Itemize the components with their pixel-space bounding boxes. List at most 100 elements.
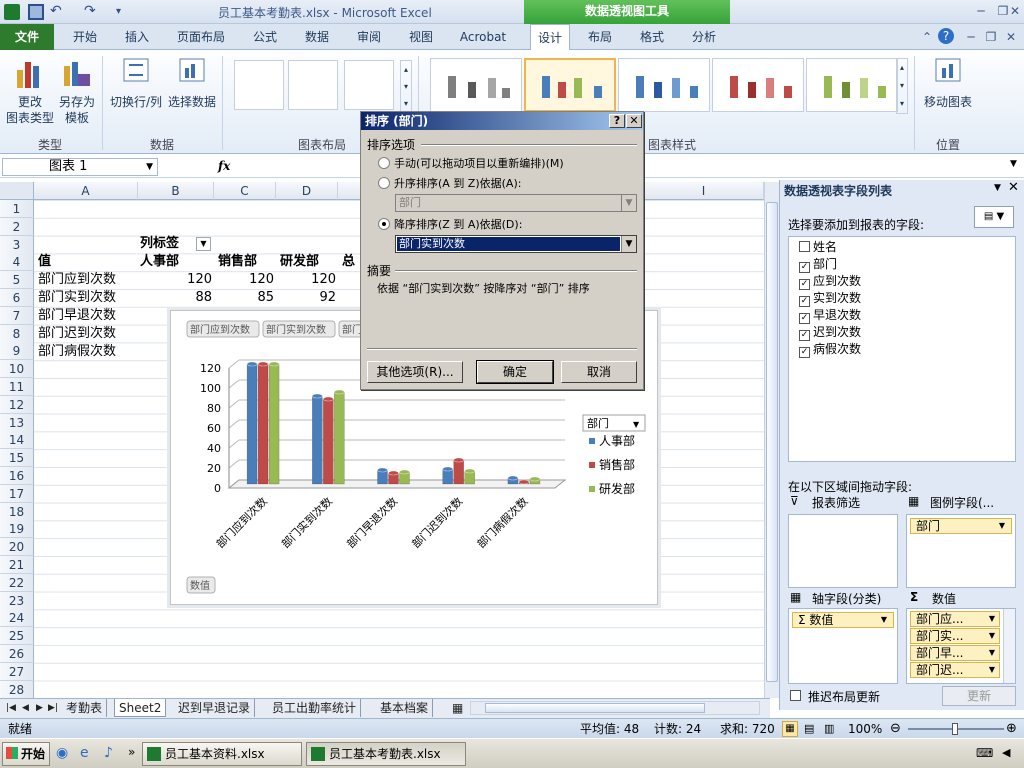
tab-layout[interactable]: 布局 bbox=[580, 24, 620, 50]
defer-update-checkbox[interactable] bbox=[790, 690, 801, 701]
doc-close-button[interactable]: ✕ bbox=[1002, 29, 1020, 45]
row-header-23[interactable]: 23 bbox=[0, 591, 34, 610]
row-header-16[interactable]: 16 bbox=[0, 467, 34, 485]
row-header-13[interactable]: 13 bbox=[0, 413, 34, 432]
name-box[interactable]: 图表 1 ▼ bbox=[2, 158, 158, 176]
zoom-in-icon[interactable]: ⊕ bbox=[1006, 719, 1017, 739]
scroll-thumb[interactable] bbox=[766, 202, 778, 682]
values-scrollbar[interactable] bbox=[1003, 609, 1015, 683]
row-header-24[interactable]: 24 bbox=[0, 609, 34, 628]
page-layout-view-icon[interactable]: ▤ bbox=[804, 719, 814, 739]
hscroll-thumb[interactable] bbox=[485, 703, 705, 713]
browser-icon[interactable]: e bbox=[80, 745, 89, 761]
row-header-21[interactable]: 21 bbox=[0, 556, 34, 574]
save-as-template-button[interactable]: 另存为 模板 bbox=[56, 56, 98, 126]
tab-analyze[interactable]: 分析 bbox=[684, 24, 724, 50]
values-zone[interactable]: 部门应... ▼ 部门实... ▼ 部门早... ▼ 部门迟... ▼ bbox=[906, 608, 1016, 684]
sheet-tab-attendance-rate[interactable]: 员工出勤率统计 bbox=[268, 699, 362, 717]
overflow-chevron-icon[interactable]: » bbox=[128, 745, 135, 759]
field-checkbox[interactable] bbox=[799, 241, 810, 252]
row-header-1[interactable]: 1 bbox=[0, 200, 34, 218]
quicklaunch-icon[interactable]: ◉ bbox=[56, 745, 68, 761]
page-break-view-icon[interactable]: ▥ bbox=[824, 719, 834, 739]
row-header-20[interactable]: 20 bbox=[0, 538, 34, 557]
select-all-corner[interactable] bbox=[0, 182, 34, 200]
field-checkbox[interactable]: ✓ bbox=[799, 296, 810, 307]
cell-b6[interactable]: 88 bbox=[140, 289, 212, 307]
field-dropdown-icon[interactable]: ▼ bbox=[989, 646, 995, 660]
redo-icon[interactable]: ↷ bbox=[84, 4, 100, 20]
row-header-28[interactable]: 28 bbox=[0, 680, 34, 699]
cell-b4[interactable]: 人事部 bbox=[140, 253, 179, 271]
row-header-12[interactable]: 12 bbox=[0, 395, 34, 414]
row-header-11[interactable]: 11 bbox=[0, 378, 34, 396]
field-item-5[interactable]: ✓ 迟到次数 bbox=[799, 324, 861, 341]
value-field-item[interactable]: 部门迟... ▼ bbox=[910, 662, 1000, 678]
keyboard-tray-icon[interactable]: ⌨ bbox=[976, 746, 993, 760]
zoom-slider-thumb[interactable] bbox=[952, 723, 958, 735]
col-header-d[interactable]: D bbox=[276, 182, 338, 200]
report-filter-zone[interactable] bbox=[788, 514, 898, 588]
field-item-4[interactable]: ✓ 早退次数 bbox=[799, 307, 861, 324]
cell-a4[interactable]: 值 bbox=[38, 253, 51, 271]
value-field-item[interactable]: 部门应... ▼ bbox=[910, 611, 1000, 627]
legend-field-item[interactable]: 部门 ▼ bbox=[910, 518, 1012, 534]
radio-descending[interactable] bbox=[378, 218, 390, 230]
zoom-out-icon[interactable]: ⊖ bbox=[890, 719, 901, 739]
cell-d5[interactable]: 120 bbox=[276, 271, 336, 289]
minimize-ribbon-icon[interactable]: ⌃ bbox=[918, 29, 936, 45]
doc-restore-button[interactable]: ❐ bbox=[982, 29, 1000, 45]
cell-a8[interactable]: 部门迟到次数 bbox=[38, 325, 116, 343]
sheet-tab-attendance[interactable]: 考勤表 bbox=[62, 699, 108, 717]
tab-design[interactable]: 设计 bbox=[530, 24, 570, 51]
row-header-8[interactable]: 8 bbox=[0, 324, 34, 343]
cell-c6[interactable]: 85 bbox=[214, 289, 274, 307]
field-item-1[interactable]: ✓ 部门 bbox=[799, 256, 837, 273]
tab-acrobat[interactable]: Acrobat bbox=[452, 24, 514, 50]
move-chart-button[interactable]: 移动图表 bbox=[920, 56, 976, 110]
axis-field-item[interactable]: Σ 数值 ▼ bbox=[792, 612, 894, 628]
select-dropdown-icon[interactable]: ▼ bbox=[621, 236, 636, 252]
cell-a6[interactable]: 部门实到次数 bbox=[38, 289, 116, 307]
legend-fields-zone[interactable]: 部门 ▼ bbox=[906, 514, 1016, 588]
row-header-9[interactable]: 9 bbox=[0, 342, 34, 361]
sheet-nav-last-icon[interactable]: ▶| bbox=[44, 699, 62, 717]
doc-minimize-button[interactable]: ─ bbox=[962, 29, 980, 45]
field-dropdown-icon[interactable]: ▼ bbox=[881, 613, 887, 627]
field-layout-button[interactable]: ▤ ▼ bbox=[974, 206, 1014, 228]
row-header-17[interactable]: 17 bbox=[0, 484, 34, 503]
column-filter-dropdown-icon[interactable]: ▼ bbox=[196, 237, 211, 251]
cell-a9[interactable]: 部门病假次数 bbox=[38, 343, 116, 361]
change-chart-type-button[interactable]: 更改 图表类型 bbox=[4, 56, 56, 126]
col-header-i[interactable]: I bbox=[644, 182, 764, 200]
normal-view-icon[interactable]: ▦ bbox=[782, 721, 798, 737]
zoom-level[interactable]: 100% bbox=[848, 719, 882, 739]
field-dropdown-icon[interactable]: ▼ bbox=[989, 629, 995, 643]
cell-b3[interactable]: 列标签 bbox=[140, 235, 179, 253]
formula-expand-icon[interactable]: ▼ bbox=[1010, 159, 1017, 169]
close-button[interactable]: ✕ bbox=[1006, 3, 1024, 19]
row-header-26[interactable]: 26 bbox=[0, 645, 34, 663]
axis-fields-zone[interactable]: Σ 数值 ▼ bbox=[788, 608, 898, 684]
row-header-25[interactable]: 25 bbox=[0, 627, 34, 646]
media-icon[interactable]: ♪ bbox=[104, 745, 113, 761]
update-button[interactable]: 更新 bbox=[942, 686, 1016, 706]
value-field-item[interactable]: 部门实... ▼ bbox=[910, 628, 1000, 644]
value-field-item[interactable]: 部门早... ▼ bbox=[910, 645, 1000, 661]
field-checkbox[interactable]: ✓ bbox=[799, 279, 810, 290]
col-header-e[interactable] bbox=[338, 182, 362, 200]
save-icon[interactable] bbox=[28, 4, 44, 20]
tab-insert[interactable]: 插入 bbox=[114, 24, 160, 50]
field-item-6[interactable]: ✓ 病假次数 bbox=[799, 341, 861, 358]
field-checkbox[interactable]: ✓ bbox=[799, 347, 810, 358]
dialog-help-button[interactable]: ? bbox=[609, 114, 625, 128]
tab-view[interactable]: 视图 bbox=[398, 24, 444, 50]
cell-c5[interactable]: 120 bbox=[214, 271, 274, 289]
chart-layout-3[interactable] bbox=[344, 60, 394, 110]
col-header-b[interactable]: B bbox=[138, 182, 214, 200]
row-header-5[interactable]: 5 bbox=[0, 271, 34, 290]
field-item-0[interactable]: 姓名 bbox=[799, 239, 837, 256]
sheet-tab-basic-records[interactable]: 基本档案 bbox=[376, 699, 434, 717]
cell-c4[interactable]: 销售部 bbox=[218, 253, 257, 271]
radio-ascending[interactable] bbox=[378, 177, 390, 189]
